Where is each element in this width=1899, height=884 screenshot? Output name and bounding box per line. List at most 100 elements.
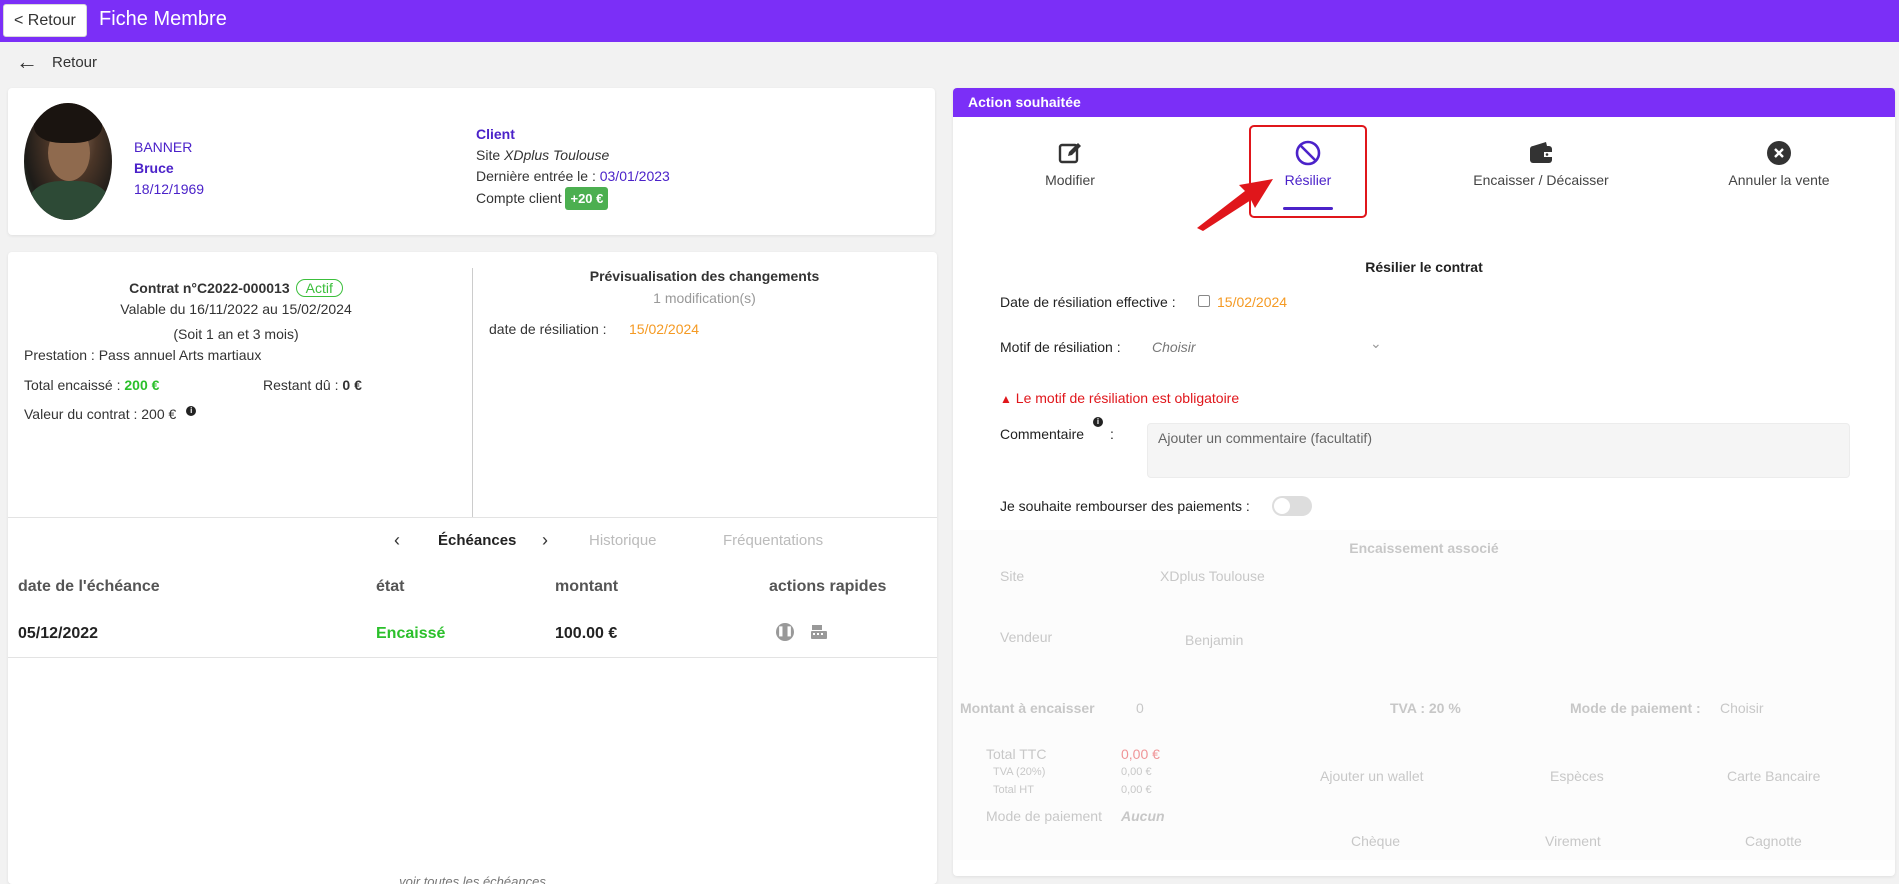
total-label: Total encaissé : [24,377,125,393]
remaining-row: Restant dû : 0 € [263,377,362,393]
row-date: 05/12/2022 [18,625,99,642]
method-card: Carte Bancaire [1727,768,1821,784]
see-all-link[interactable]: voir toutes les échéances [8,874,937,884]
tab-echeances[interactable]: Échéances [438,532,516,549]
payment-mode-label: Mode de paiement : [1570,700,1701,716]
error-message: ▲ Le motif de résiliation est obligatoir… [1000,390,1239,406]
total-row: Total encaissé : 200 € [24,377,159,393]
back-link-label: Retour [52,53,98,71]
account-label: Compte client [476,190,566,206]
member-birthdate: 18/12/1969 [134,181,205,197]
header-back-button[interactable]: < Retour [3,4,87,37]
column-header-amount: montant [555,578,619,595]
refund-toggle[interactable] [1272,496,1312,516]
tva-line-label: TVA (20%) [993,766,1046,778]
ban-icon [1295,140,1321,166]
arrow-left-icon: ← [16,49,38,74]
total-value: 200 € [124,377,160,393]
client-info: Client Site XDplus Toulouse Dernière ent… [476,124,670,210]
comment-label: Commentaire [1000,426,1085,442]
remaining-value: 0 € [342,377,362,393]
total-ttc-label: Total TTC [986,746,1047,762]
wallet-icon [1528,140,1554,166]
prestation-label: Prestation : [24,347,99,363]
info-icon[interactable]: i [186,406,197,416]
site-value: XDplus Toulouse [1160,568,1265,584]
top-bar [0,0,1899,42]
tab-historique[interactable]: Historique [589,532,657,549]
contract-header: Contrat n°C2022-000013 Actif [8,279,464,297]
mode-label: Mode de paiement [986,808,1102,824]
close-circle-icon [1766,140,1792,166]
modify-button[interactable]: Modifier [1030,140,1110,188]
cancel-sale-label: Annuler la vente [1728,172,1830,188]
cancel-sale-button[interactable]: Annuler la vente [1714,140,1844,188]
member-identity: BANNER Bruce 18/12/1969 [134,137,204,200]
resilier-label: Résilier [1284,172,1332,188]
member-lastname: BANNER [134,139,193,155]
info-icon[interactable]: i [1093,417,1103,427]
tva-label: TVA : 20 % [1390,700,1461,716]
payment-mode-select: Choisir [1720,700,1764,716]
site-prefix: Site [476,147,505,163]
site-name: XDplus Toulouse [504,147,610,163]
divider [8,517,937,518]
chevron-left-icon[interactable]: ‹ [394,530,400,551]
row-status: Encaissé [376,625,446,642]
client-label: Client [476,126,515,142]
row-amount: 100.00 € [555,625,618,642]
column-header-status: état [376,578,405,595]
total-ht-label: Total HT [993,784,1034,796]
last-entry-date: 03/01/2023 [599,168,670,184]
date-label: Date de résiliation effective : [1000,294,1176,310]
date-value[interactable]: 15/02/2024 [1217,294,1287,310]
page-title: Fiche Membre [99,8,227,30]
preview-title: Prévisualisation des changements [589,268,820,284]
reason-select[interactable]: Choisir [1152,339,1196,355]
amount-value: 0 [1136,700,1144,716]
resilier-button[interactable]: Résilier [1268,140,1348,188]
status-badge: Actif [295,279,343,297]
cash-button[interactable]: Encaisser / Décaisser [1466,140,1616,188]
mode-value: Aucun [1121,808,1165,824]
method-kitty: Cagnotte [1745,833,1802,849]
section-title: Résilier le contrat [1365,259,1483,275]
calendar-icon[interactable] [1198,295,1210,307]
total-ttc-value: 0,00 € [1121,746,1160,762]
reason-label: Motif de résiliation : [1000,339,1121,355]
encaissement-title: Encaissement associé [1349,540,1499,556]
divider [8,657,937,658]
method-cash: Espèces [1550,768,1604,784]
preview-field-value: 15/02/2024 [629,321,700,337]
site-label: Site [1000,568,1025,584]
chevron-down-icon[interactable]: ⌄ [1370,335,1382,352]
seller-value: Benjamin [1185,632,1244,648]
chevron-right-icon[interactable]: › [542,530,548,551]
back-link[interactable]: ← Retour [16,49,98,74]
preview-field-label: date de résiliation : [489,321,607,337]
prestation-row: Prestation : Pass annuel Arts martiaux [24,347,261,363]
total-ht-value: 0,00 € [1121,784,1152,796]
cash-register-icon[interactable] [810,624,828,640]
comment-textarea[interactable]: Ajouter un commentaire (facultatif) [1147,423,1850,478]
contract-value-row: Valeur du contrat : 200 € i [24,406,197,422]
account-balance-badge: +20 € [565,187,609,210]
avatar [24,103,112,220]
prestation-value: Pass annuel Arts martiaux [98,347,262,363]
warning-icon: ▲ [1000,392,1012,406]
column-header-date: date de l'échéance [18,578,160,595]
method-wallet: Ajouter un wallet [1320,768,1424,784]
annotation-arrow-icon [1197,179,1273,231]
preview-count: 1 modification(s) [653,290,756,306]
tabs: ‹ Échéances › Historique Fréquentations [8,530,937,554]
tab-frequentations[interactable]: Fréquentations [723,532,823,549]
remaining-label: Restant dû : [263,377,343,393]
edit-icon [1057,140,1083,166]
seller-label: Vendeur [1000,629,1053,645]
pause-icon[interactable]: ❚❚ [776,623,794,641]
error-text: Le motif de résiliation est obligatoire [1015,390,1240,406]
amount-label: Montant à encaisser [960,700,1095,716]
action-header: Action souhaitée [953,88,1895,117]
tva-line-value: 0,00 € [1121,766,1152,778]
member-firstname: Bruce [134,160,174,176]
